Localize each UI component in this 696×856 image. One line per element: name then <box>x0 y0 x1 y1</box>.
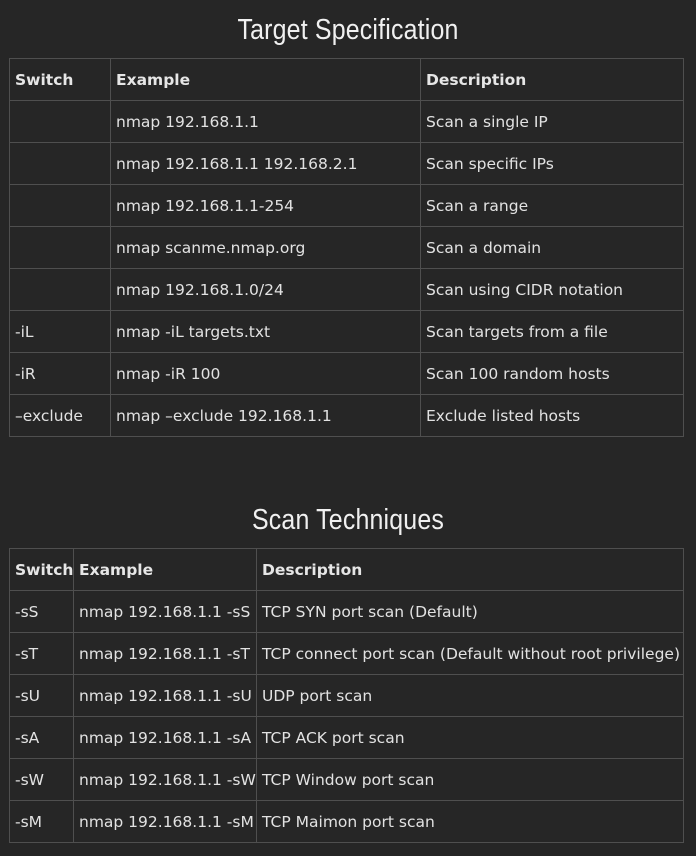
switch-cell: -sW <box>9 758 74 801</box>
description-cell: Exclude listed hosts <box>420 394 684 437</box>
switch-cell <box>9 268 111 311</box>
column-header-example: Example <box>73 548 257 591</box>
example-cell: nmap 192.168.1.1 -sM <box>73 800 257 843</box>
example-cell: nmap 192.168.1.1 -sW <box>73 758 257 801</box>
example-cell: nmap 192.168.1.1 -sS <box>73 590 257 633</box>
example-cell: nmap -iR 100 <box>110 352 421 395</box>
example-cell: nmap -iL targets.txt <box>110 310 421 353</box>
table-row: -sA nmap 192.168.1.1 -sA TCP ACK port sc… <box>9 716 684 759</box>
table-row: nmap 192.168.1.0/24 Scan using CIDR nota… <box>9 268 684 311</box>
description-cell: Scan using CIDR notation <box>420 268 684 311</box>
description-cell: Scan targets from a file <box>420 310 684 353</box>
switch-cell <box>9 100 111 143</box>
table-row: -sM nmap 192.168.1.1 -sM TCP Maimon port… <box>9 800 684 843</box>
description-cell: TCP Maimon port scan <box>256 800 684 843</box>
example-cell: nmap 192.168.1.0/24 <box>110 268 421 311</box>
column-header-switch: Switch <box>9 58 111 101</box>
table-row: nmap 192.168.1.1 192.168.2.1 Scan specif… <box>9 142 684 185</box>
switch-cell <box>9 184 111 227</box>
column-header-example: Example <box>110 58 421 101</box>
switch-cell <box>9 142 111 185</box>
description-cell: Scan a single IP <box>420 100 684 143</box>
table-row: -sW nmap 192.168.1.1 -sW TCP Window port… <box>9 758 684 801</box>
switch-cell: -iR <box>9 352 111 395</box>
description-cell: Scan a domain <box>420 226 684 269</box>
switch-cell: -iL <box>9 310 111 353</box>
description-cell: TCP Window port scan <box>256 758 684 801</box>
switch-cell: -sS <box>9 590 74 633</box>
table-row: -sT nmap 192.168.1.1 -sT TCP connect por… <box>9 632 684 675</box>
table-row: -iL nmap -iL targets.txt Scan targets fr… <box>9 310 684 353</box>
target-specification-table: Switch Example Description nmap 192.168.… <box>9 58 684 437</box>
description-cell: Scan specific IPs <box>420 142 684 185</box>
switch-cell: -sM <box>9 800 74 843</box>
section-title-scan-techniques: Scan Techniques <box>251 504 445 536</box>
table-row: –exclude nmap –exclude 192.168.1.1 Exclu… <box>9 394 684 437</box>
table-row: -iR nmap -iR 100 Scan 100 random hosts <box>9 352 684 395</box>
example-cell: nmap –exclude 192.168.1.1 <box>110 394 421 437</box>
table-row: -sS nmap 192.168.1.1 -sS TCP SYN port sc… <box>9 590 684 633</box>
table-row: nmap 192.168.1.1 Scan a single IP <box>9 100 684 143</box>
example-cell: nmap 192.168.1.1 192.168.2.1 <box>110 142 421 185</box>
description-cell: TCP SYN port scan (Default) <box>256 590 684 633</box>
column-header-description: Description <box>256 548 684 591</box>
example-cell: nmap 192.168.1.1 <box>110 100 421 143</box>
example-cell: nmap 192.168.1.1 -sT <box>73 632 257 675</box>
description-cell: UDP port scan <box>256 674 684 717</box>
column-header-switch: Switch <box>9 548 74 591</box>
description-cell: TCP connect port scan (Default without r… <box>256 632 684 675</box>
switch-cell: -sT <box>9 632 74 675</box>
switch-cell: -sA <box>9 716 74 759</box>
example-cell: nmap 192.168.1.1 -sA <box>73 716 257 759</box>
switch-cell: –exclude <box>9 394 111 437</box>
table-row: nmap 192.168.1.1-254 Scan a range <box>9 184 684 227</box>
table-row: nmap scanme.nmap.org Scan a domain <box>9 226 684 269</box>
example-cell: nmap 192.168.1.1-254 <box>110 184 421 227</box>
switch-cell: -sU <box>9 674 74 717</box>
description-cell: Scan a range <box>420 184 684 227</box>
table-header-row: Switch Example Description <box>9 548 684 591</box>
scan-techniques-table: Switch Example Description -sS nmap 192.… <box>9 548 684 843</box>
column-header-description: Description <box>420 58 684 101</box>
example-cell: nmap 192.168.1.1 -sU <box>73 674 257 717</box>
switch-cell <box>9 226 111 269</box>
example-cell: nmap scanme.nmap.org <box>110 226 421 269</box>
description-cell: TCP ACK port scan <box>256 716 684 759</box>
description-cell: Scan 100 random hosts <box>420 352 684 395</box>
section-title-target-specification: Target Specification <box>237 14 459 46</box>
table-header-row: Switch Example Description <box>9 58 684 101</box>
table-row: -sU nmap 192.168.1.1 -sU UDP port scan <box>9 674 684 717</box>
